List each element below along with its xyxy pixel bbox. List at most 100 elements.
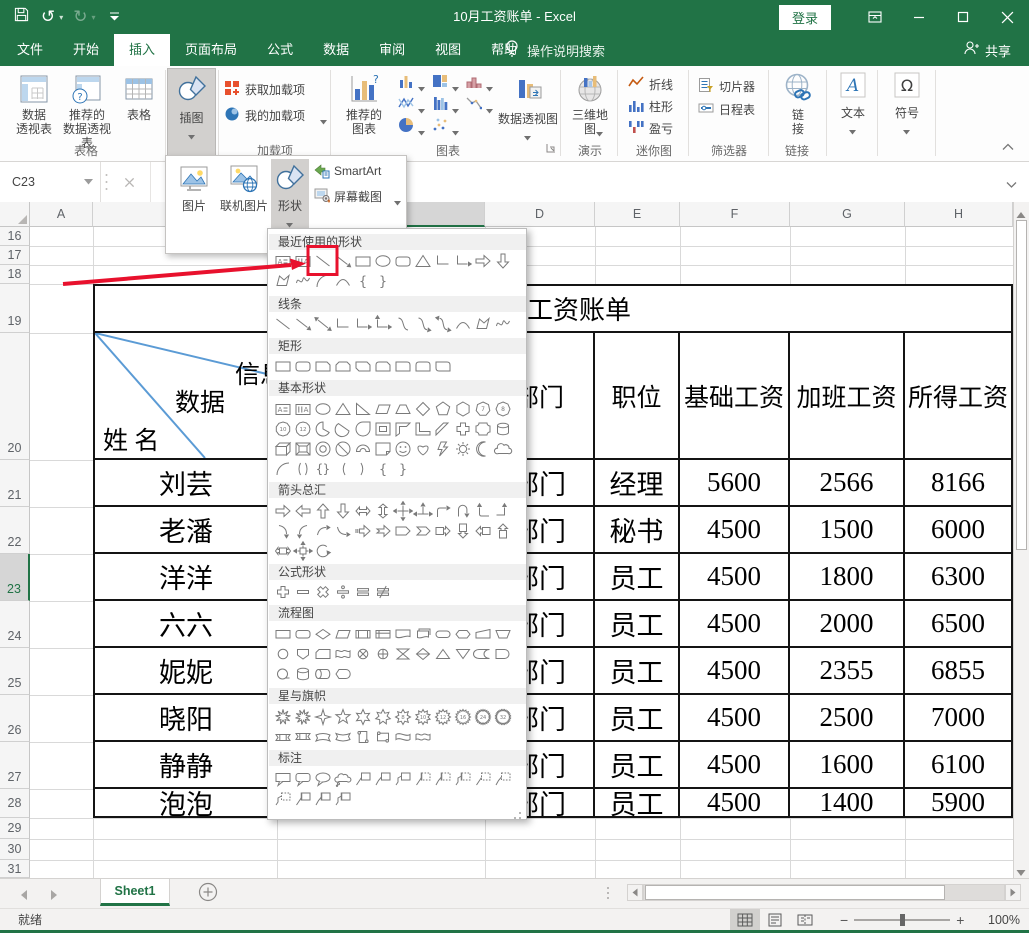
shape-wave-icon[interactable] [393, 727, 413, 747]
menu-item-屏幕截图[interactable]: 屏幕截图 [314, 185, 402, 207]
shape-divide-icon[interactable] [333, 582, 353, 602]
shape-arrow-bent-up-icon[interactable] [493, 501, 513, 521]
table-cell-total-3[interactable]: 6500 [905, 601, 1011, 648]
row-header-24[interactable]: 24 [0, 601, 30, 648]
shape-freeform-icon[interactable] [273, 271, 293, 291]
sheet-tab-sheet1[interactable]: Sheet1 [100, 879, 170, 906]
shape-fc-data-icon[interactable] [333, 624, 353, 644]
shape-oval-icon[interactable] [313, 399, 333, 419]
column-header-H[interactable]: H [905, 202, 1013, 227]
shape-vtextbox-icon[interactable]: A [293, 399, 313, 419]
shape-fc-internal-icon[interactable] [373, 624, 393, 644]
table-title-cell[interactable]: 10月工资账单 [95, 286, 1011, 333]
shape-fc-sequential-icon[interactable] [273, 664, 293, 684]
shape-elbow-icon[interactable] [333, 314, 353, 334]
shape-brace-right-icon[interactable]: } [373, 271, 393, 291]
table-cell-overtime-5[interactable]: 2500 [790, 695, 905, 742]
shape-brace-left-icon[interactable]: { [353, 271, 373, 291]
shape-brace-right-icon[interactable]: } [393, 459, 413, 479]
table-cell-total-0[interactable]: 8166 [905, 460, 1011, 507]
shape-corner-icon[interactable] [413, 419, 433, 439]
shape-arrow-curved-right-icon[interactable] [273, 521, 293, 541]
shape-callout-line-1-icon[interactable] [353, 769, 373, 789]
scroll-left-icon[interactable] [627, 884, 643, 901]
shape-fc-manual-op-icon[interactable] [493, 624, 513, 644]
shape-explosion-1-icon[interactable] [273, 707, 293, 727]
shape-brace-left-icon[interactable]: { [373, 459, 393, 479]
shape-elbow-arrow-icon[interactable] [453, 251, 473, 271]
shape-callout-rect-icon[interactable] [273, 769, 293, 789]
table-cell-pos-5[interactable]: 员工 [595, 695, 680, 742]
vertical-scroll-thumb[interactable] [1016, 220, 1027, 550]
shape-triangle-icon[interactable] [413, 251, 433, 271]
shape-arc-icon[interactable] [273, 459, 293, 479]
shape-arrow-ud-icon[interactable] [373, 501, 393, 521]
table-cell-base-2[interactable]: 4500 [680, 554, 790, 601]
shape-cross-icon[interactable] [453, 419, 473, 439]
shape-arrow-chevron-icon[interactable] [413, 521, 433, 541]
shape-arrow-icon[interactable] [293, 314, 313, 334]
shape-snip-1-icon[interactable] [313, 356, 333, 376]
shape-ribbon-curved-down-icon[interactable] [333, 727, 353, 747]
shape-fc-process-icon[interactable] [273, 624, 293, 644]
row-header-28[interactable]: 28 [0, 789, 30, 818]
shape-curved-dbl-icon[interactable] [433, 314, 453, 334]
column-header-D[interactable]: D [485, 202, 595, 227]
shape-fc-card-icon[interactable] [313, 644, 333, 664]
shape-explosion-2-icon[interactable] [293, 707, 313, 727]
table-cell-pos-1[interactable]: 秘书 [595, 507, 680, 554]
row-header-16[interactable]: 16 [0, 227, 30, 246]
shape-callout-line-2a-icon[interactable] [433, 769, 453, 789]
shape-round-2same-icon[interactable] [413, 356, 433, 376]
shape-arrow-right-icon[interactable] [273, 501, 293, 521]
shape-fc-document-icon[interactable] [393, 624, 413, 644]
shape-heptagon-icon[interactable]: 7 [473, 399, 493, 419]
shape-hexagon-icon[interactable] [453, 399, 473, 419]
row-header-20[interactable]: 20 [0, 333, 30, 460]
table-cell-pos-2[interactable]: 员工 [595, 554, 680, 601]
shape-teardrop-icon[interactable] [353, 419, 373, 439]
shape-arrow-pentagon-icon[interactable] [393, 521, 413, 541]
shape-trapezoid-icon[interactable] [393, 399, 413, 419]
shape-textbox-icon[interactable]: A [273, 399, 293, 419]
column-header-E[interactable]: E [595, 202, 680, 227]
shape-line-icon[interactable] [273, 314, 293, 334]
shape-bracket-pair-icon[interactable] [293, 459, 313, 479]
shape-ribbon-down-icon[interactable] [293, 727, 313, 747]
shape-double-wave-icon[interactable] [413, 727, 433, 747]
shape-round-rect-icon[interactable] [393, 251, 413, 271]
shape-callout-arrow-quad-icon[interactable] [293, 541, 313, 561]
shape-triangle-icon[interactable] [333, 399, 353, 419]
zoom-out-icon[interactable]: − [840, 912, 848, 928]
shape-arrow-right-icon[interactable] [473, 251, 493, 271]
shape-no-symbol-icon[interactable] [333, 439, 353, 459]
shape-arrow-lru-icon[interactable] [413, 501, 433, 521]
shape-fc-collate-icon[interactable] [393, 644, 413, 664]
shape-cloud-icon[interactable] [493, 439, 513, 459]
shape-half-frame-icon[interactable] [393, 419, 413, 439]
shape-callout-line-3-icon[interactable] [393, 769, 413, 789]
shape-arrow-curved-down-icon[interactable] [333, 521, 353, 541]
table-cell-pos-7[interactable]: 员工 [595, 789, 680, 816]
shape-right-triangle-icon[interactable] [353, 399, 373, 419]
shape-can-icon[interactable] [493, 419, 513, 439]
shape-star-5-icon[interactable] [333, 707, 353, 727]
zoom-in-icon[interactable]: + [956, 912, 964, 928]
shape-fc-direct-icon[interactable] [313, 664, 333, 684]
shape-star-6-icon[interactable] [353, 707, 373, 727]
table-cell-overtime-4[interactable]: 2355 [790, 648, 905, 695]
shape-snip-2same-icon[interactable] [333, 356, 353, 376]
shape-cube-icon[interactable] [273, 439, 293, 459]
shape-fc-decision-icon[interactable] [313, 624, 333, 644]
shape-curve-icon[interactable] [333, 271, 353, 291]
shape-fc-terminator-icon[interactable] [433, 624, 453, 644]
shape-callout-arrow-up-icon[interactable] [493, 521, 513, 541]
scroll-right-icon[interactable] [1005, 884, 1021, 901]
table-header-1[interactable]: 职位 [595, 333, 680, 460]
shape-callout-arrow-lr-icon[interactable] [273, 541, 293, 561]
shape-star-32-icon[interactable]: 32 [493, 707, 513, 727]
shape-arrow-down-icon[interactable] [333, 501, 353, 521]
shape-line-icon[interactable] [313, 251, 333, 271]
shape-dodecagon-icon[interactable]: 12 [293, 419, 313, 439]
shape-round-2diag-icon[interactable] [433, 356, 453, 376]
